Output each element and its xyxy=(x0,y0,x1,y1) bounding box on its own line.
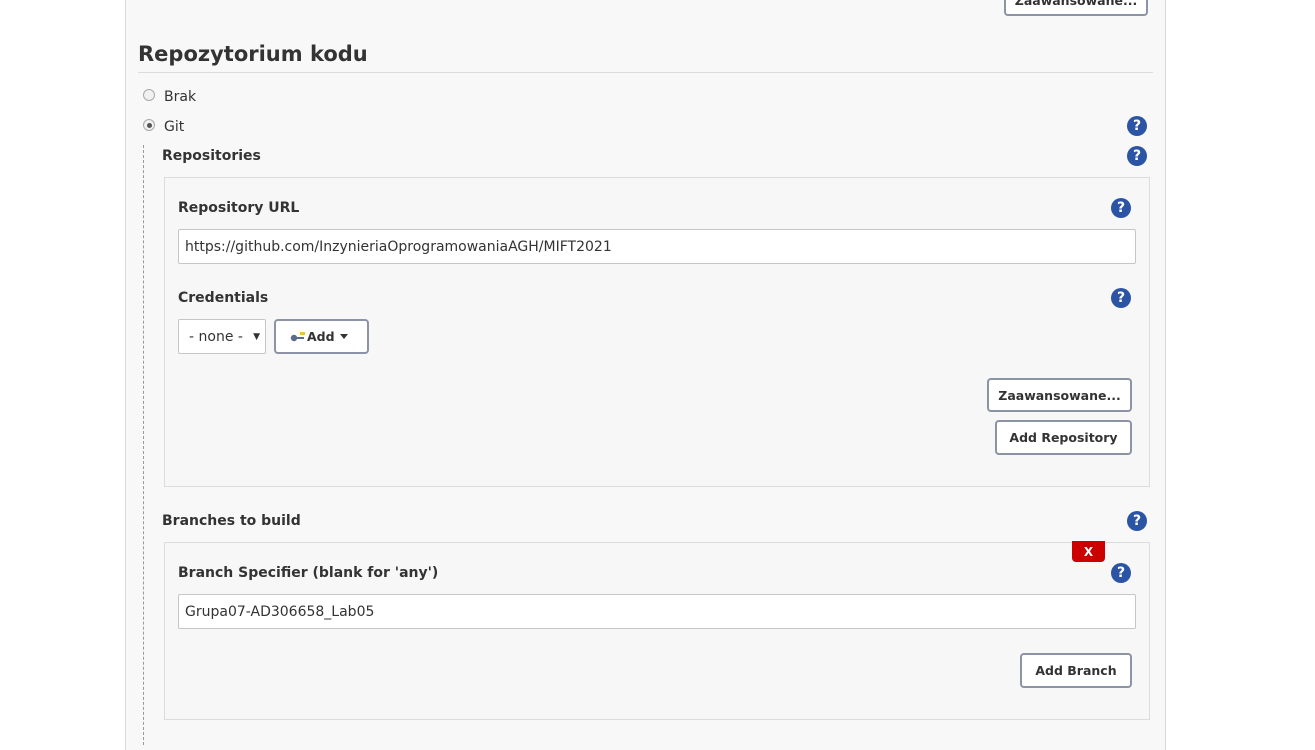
branch-specifier-help-icon[interactable]: ? xyxy=(1111,563,1131,583)
add-branch-label: Add Branch xyxy=(1035,663,1117,678)
repository-url-input[interactable]: https://github.com/InzynieriaOprogramowa… xyxy=(178,229,1136,264)
credentials-help-icon[interactable]: ? xyxy=(1111,288,1131,308)
credentials-label: Credentials xyxy=(178,290,269,306)
add-repository-button[interactable]: Add Repository xyxy=(995,420,1132,455)
chevron-down-icon: ▼ xyxy=(253,332,260,342)
branch-specifier-input[interactable]: Grupa07-AD306658_Lab05 xyxy=(178,594,1136,629)
radio-git-label[interactable]: Git xyxy=(164,119,184,135)
add-credentials-button[interactable]: Add xyxy=(274,319,369,354)
section-divider xyxy=(138,72,1153,73)
add-branch-button[interactable]: Add Branch xyxy=(1020,653,1132,688)
repository-advanced-button[interactable]: Zaawansowane... xyxy=(987,378,1132,412)
key-icon xyxy=(290,331,306,343)
section-title: Repozytorium kodu xyxy=(138,42,368,66)
top-advanced-button-label: Zaawansowane... xyxy=(1014,0,1138,8)
top-advanced-button[interactable]: Zaawansowane... xyxy=(1004,0,1148,16)
git-help-icon[interactable]: ? xyxy=(1127,116,1147,136)
caret-down-icon xyxy=(339,334,348,339)
branches-help-icon[interactable]: ? xyxy=(1127,511,1147,531)
credentials-select-value: - none - xyxy=(189,328,243,345)
radio-git[interactable] xyxy=(143,119,155,131)
delete-branch-button[interactable]: X xyxy=(1072,541,1105,562)
radio-brak[interactable] xyxy=(143,89,155,101)
repository-advanced-label: Zaawansowane... xyxy=(998,387,1121,403)
credentials-select[interactable]: - none - ▼ xyxy=(178,319,266,354)
add-credentials-label: Add xyxy=(307,329,335,344)
repository-url-label: Repository URL xyxy=(178,200,300,216)
radio-brak-label[interactable]: Brak xyxy=(164,89,196,105)
repositories-label: Repositories xyxy=(162,148,261,164)
add-repository-label: Add Repository xyxy=(1009,430,1118,445)
repository-url-help-icon[interactable]: ? xyxy=(1111,198,1131,218)
branch-specifier-label: Branch Specifier (blank for 'any') xyxy=(178,565,439,581)
git-section-indent-line xyxy=(143,145,144,745)
branches-label: Branches to build xyxy=(162,513,301,529)
repositories-help-icon[interactable]: ? xyxy=(1127,146,1147,166)
